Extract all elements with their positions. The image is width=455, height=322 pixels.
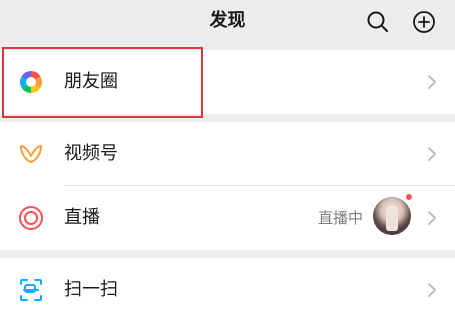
list-item-label: 直播 bbox=[64, 207, 100, 228]
list-item-label: 扫一扫 bbox=[64, 279, 118, 300]
live-concentric-circles-icon bbox=[18, 205, 44, 231]
list-item-channels[interactable]: 视频号 bbox=[0, 122, 455, 186]
search-icon[interactable] bbox=[365, 9, 391, 35]
top-bar: 发现 bbox=[0, 0, 455, 44]
chevron-right-icon bbox=[427, 145, 437, 163]
chevron-right-icon bbox=[427, 209, 437, 227]
live-notification-dot bbox=[404, 192, 414, 202]
list-item-scan[interactable]: 扫一扫 bbox=[0, 258, 455, 322]
section-channels-live: 视频号 直播 直播中 bbox=[0, 122, 455, 250]
channels-butterfly-icon bbox=[18, 141, 44, 167]
highlight-box bbox=[2, 47, 203, 118]
live-status-text: 直播中 bbox=[317, 209, 363, 227]
list-item-live[interactable]: 直播 直播中 bbox=[0, 186, 455, 250]
add-circle-icon[interactable] bbox=[411, 9, 437, 35]
scan-icon bbox=[18, 277, 44, 303]
section-scan: 扫一扫 bbox=[0, 258, 455, 322]
chevron-right-icon bbox=[427, 281, 437, 299]
chevron-right-icon bbox=[427, 73, 437, 91]
avatar bbox=[373, 197, 411, 235]
list-item-label: 视频号 bbox=[64, 143, 118, 164]
